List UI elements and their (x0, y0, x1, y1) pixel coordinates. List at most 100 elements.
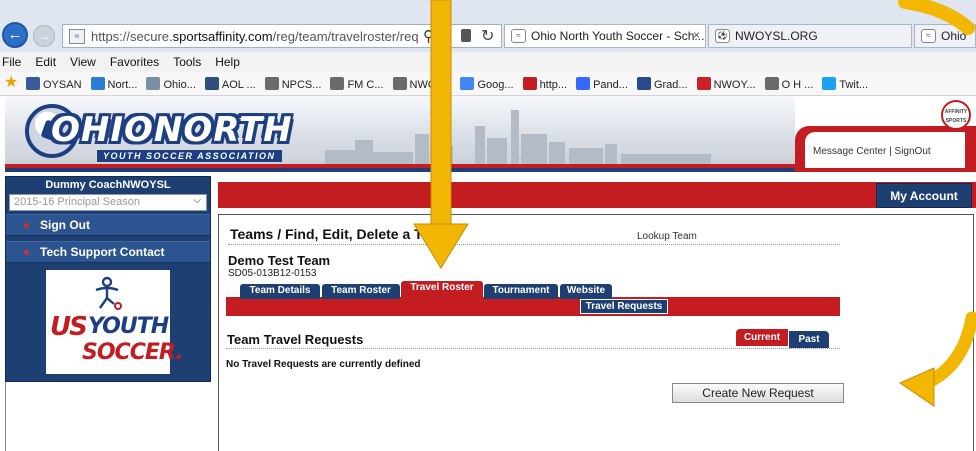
tab-label: Ohio (941, 29, 967, 43)
banner-stripe (5, 168, 795, 172)
tab-website[interactable]: Website (560, 284, 612, 299)
favorite-link[interactable]: Grad... (636, 77, 688, 91)
browser-toolbar: ← → ≈ https://secure.sportsaffinity.com/… (0, 0, 976, 52)
header-links-box: Message Center | SignOut (805, 132, 965, 168)
favorite-link[interactable]: Ohio... (146, 77, 196, 91)
pinterest-icon (696, 77, 711, 90)
url-text: https://secure.sportsaffinity.com/reg/te… (91, 29, 419, 44)
team-name: Demo Test Team (228, 253, 331, 268)
header-account-area: Message Center | SignOut AFFINITY SPORTS (795, 96, 976, 172)
favorite-link[interactable]: Pand... (576, 77, 628, 91)
favorite-link[interactable]: Nort... (90, 77, 137, 91)
header-links: Message Center | SignOut (813, 146, 931, 157)
forward-arrow-icon[interactable]: → (33, 25, 55, 47)
google-icon (460, 77, 475, 90)
favorite-label: NWOY... (713, 79, 756, 91)
search-icon[interactable]: ⚲ (423, 27, 434, 45)
us-youth-soccer-logo[interactable]: US YOUTH SOCCER. (46, 270, 184, 374)
section-title: Team Travel Requests (227, 332, 364, 347)
browser-tab[interactable]: ⚽ NWOYSL.ORG (708, 24, 912, 48)
sidebar-item-label: Tech Support Contact (40, 245, 165, 259)
bullet-icon (24, 250, 29, 255)
create-new-request-button[interactable]: Create New Request (672, 383, 844, 403)
link-separator: | (886, 146, 895, 157)
browser-tab-active[interactable]: ≈ Ohio North Youth Soccer - Sch... × (504, 24, 706, 48)
pandora-icon (576, 77, 591, 90)
tab-travel-requests[interactable]: Travel Requests (580, 299, 668, 314)
favorite-label: OYSAN (43, 79, 82, 91)
message-center-link[interactable]: Message Center (813, 146, 886, 157)
favorite-label: Grad... (653, 79, 688, 91)
favorite-label: Pand... (593, 79, 628, 91)
favorite-label: AOL ... (221, 79, 256, 91)
site-logo[interactable]: OHIONORTH (51, 110, 293, 150)
favorite-link[interactable]: Twit... (822, 77, 868, 91)
menu-tools[interactable]: Tools (166, 52, 208, 69)
refresh-icon[interactable]: ↻ (481, 26, 494, 46)
subtab-strip (226, 297, 840, 316)
user-name: Dummy CoachNWOYSL (45, 179, 171, 191)
favorite-label: O H ... (781, 79, 814, 91)
empty-state-message: No Travel Requests are currently defined (226, 359, 421, 370)
grade-icon (636, 77, 651, 90)
favorite-label: NWOY... (409, 79, 452, 91)
fmc-icon (330, 77, 345, 90)
sidebar-item-label: Sign Out (40, 218, 90, 232)
tab-team-roster[interactable]: Team Roster (322, 284, 400, 299)
site-favicon-icon: ≈ (69, 29, 85, 44)
favorites-bar: ★ OYSAN Nort... Ohio... AOL ... NPCS... FM C.… (0, 72, 976, 96)
favorite-link[interactable]: AOL ... (204, 77, 256, 91)
close-icon[interactable]: × (693, 28, 700, 42)
lock-icon[interactable] (461, 29, 471, 42)
favorite-label: Twit... (839, 79, 869, 91)
affinity-sports-logo: AFFINITY SPORTS (941, 100, 971, 130)
back-arrow-icon[interactable]: ← (2, 22, 28, 48)
menu-edit[interactable]: Edit (28, 52, 63, 69)
favorites-star-icon[interactable]: ★ (4, 75, 18, 91)
favorite-link[interactable]: OYSAN (26, 77, 82, 91)
filter-tab-past[interactable]: Past (789, 331, 829, 348)
menu-favorites[interactable]: Favorites (103, 52, 166, 69)
chevron-down-icon: ⌵ (193, 195, 201, 206)
favorite-link[interactable]: NWOY... (392, 77, 452, 91)
favorite-link[interactable]: NPCS... (264, 77, 321, 91)
nwoy-icon (392, 77, 407, 90)
favorite-label: Goog... (477, 79, 514, 91)
npcs-icon (264, 77, 279, 90)
favorite-link[interactable]: NWOY... (696, 77, 756, 91)
season-select[interactable]: 2015-16 Principal Season ⌵ (9, 194, 207, 211)
filter-tab-current[interactable]: Current (736, 329, 788, 346)
sidebar-item-sign-out[interactable]: Sign Out (6, 214, 210, 236)
tab-label: NWOYSL.ORG (735, 29, 818, 43)
nwoysl-favicon-icon: ⚽ (715, 29, 730, 43)
browser-tab[interactable]: ≈ Ohio (914, 24, 976, 48)
favorite-label: FM C... (347, 79, 384, 91)
favorite-link[interactable]: FM C... (330, 77, 384, 91)
menu-help[interactable]: Help (208, 52, 247, 69)
tab-team-details[interactable]: Team Details (240, 284, 320, 299)
city-skyline-image (325, 108, 745, 164)
tab-label: Ohio North Youth Soccer - Sch... (531, 29, 705, 43)
twitter-icon (822, 77, 837, 90)
menu-file[interactable]: File (0, 52, 28, 69)
site-banner: OHIONORTH YOUTH SOCCER ASSOCIATION (5, 96, 795, 172)
sm-icon (522, 77, 537, 90)
top-nav-bar (218, 182, 976, 208)
favorite-link[interactable]: http... (522, 77, 567, 91)
menu-view[interactable]: View (63, 52, 103, 69)
tab-travel-roster[interactable]: Travel Roster (401, 281, 483, 299)
player-figure-icon (95, 276, 122, 310)
favorite-link[interactable]: Goog... (460, 77, 514, 91)
logo-soccer-text: SOCCER. (82, 340, 184, 365)
my-account-button[interactable]: My Account (876, 183, 972, 208)
season-value: 2015-16 Principal Season (14, 196, 140, 208)
lookup-team-link[interactable]: Lookup Team (637, 231, 697, 242)
left-sidebar: Dummy CoachNWOYSL 2015-16 Principal Seas… (5, 176, 211, 382)
favorites-list: OYSAN Nort... Ohio... AOL ... NPCS... FM C...… (26, 77, 877, 91)
page-title: Teams / Find, Edit, Delete a Te (230, 226, 430, 242)
favorite-link[interactable]: O H ... (764, 77, 814, 91)
sidebar-item-tech-support[interactable]: Tech Support Contact (6, 241, 210, 263)
address-bar[interactable]: ≈ https://secure.sportsaffinity.com/reg/… (62, 24, 502, 48)
sign-out-link[interactable]: SignOut (895, 146, 931, 157)
tab-tournament[interactable]: Tournament (484, 284, 558, 299)
